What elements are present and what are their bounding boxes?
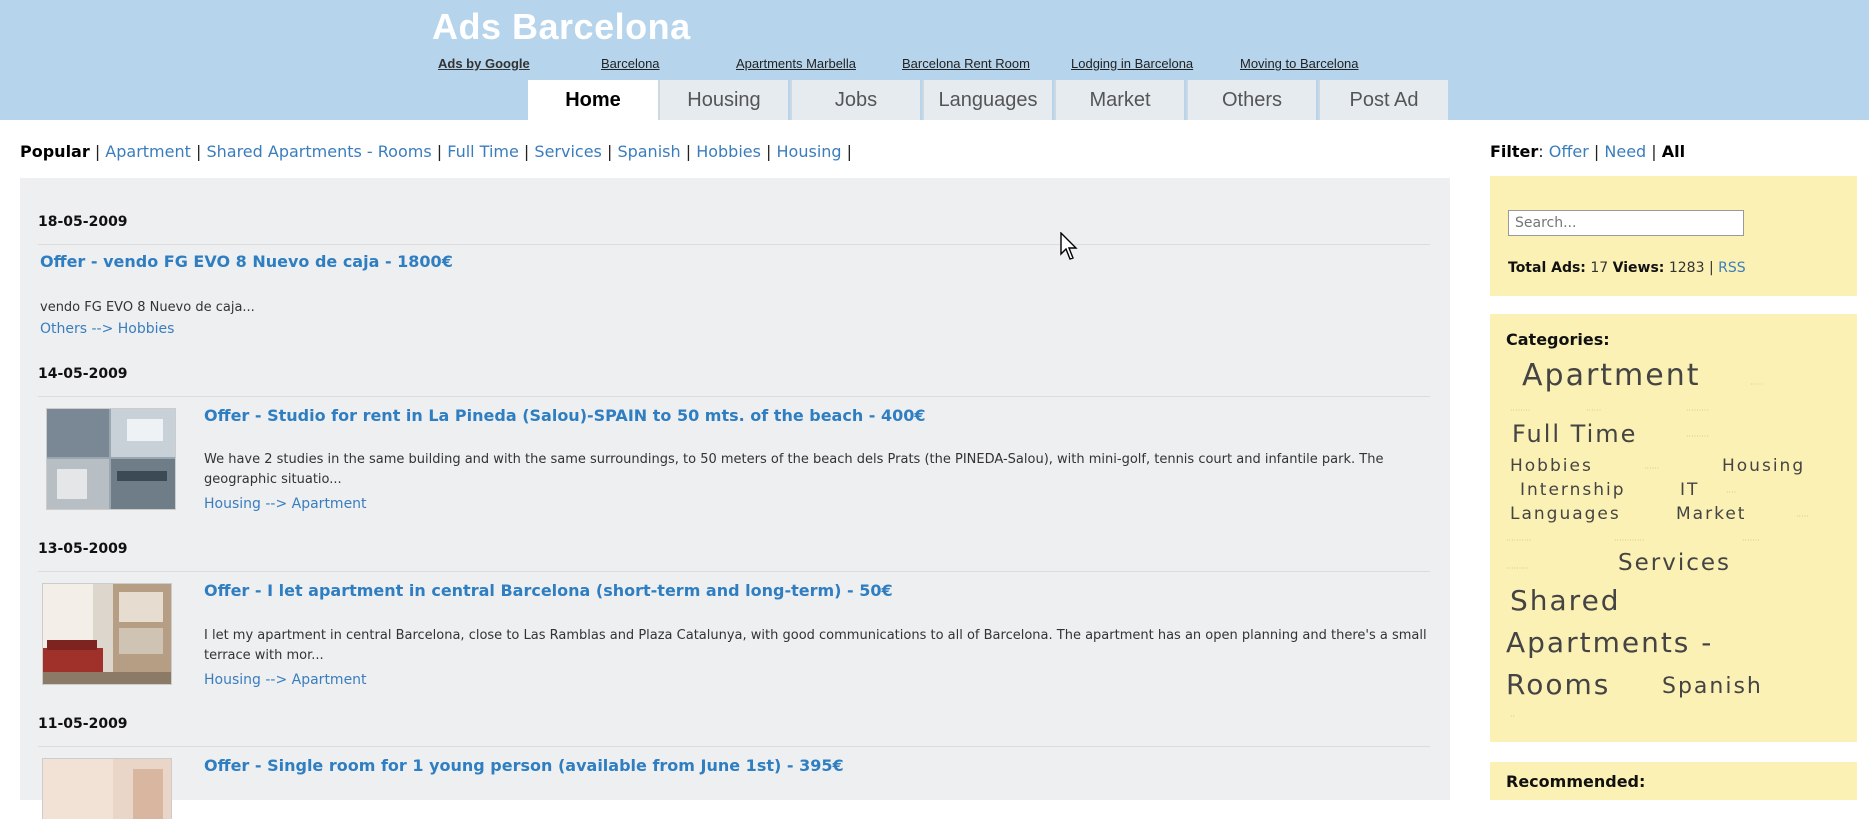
tag-shared[interactable]: Shared xyxy=(1510,584,1621,617)
ad-category-link[interactable]: Housing --> Apartment xyxy=(204,496,367,512)
ad-thumbnail[interactable] xyxy=(42,758,172,819)
tag-minor[interactable]: ············ xyxy=(1614,536,1645,545)
tag-minor[interactable]: ····· xyxy=(1796,512,1809,521)
tag-rooms[interactable]: Rooms xyxy=(1506,668,1610,701)
ad-date: 14-05-2009 xyxy=(38,366,128,382)
tag-minor[interactable]: ····· xyxy=(1750,380,1763,389)
tag-languages[interactable]: Languages xyxy=(1510,504,1621,524)
tag-spanish[interactable]: Spanish xyxy=(1662,674,1763,699)
studio-photo-image xyxy=(47,409,175,509)
ad-description: vendo FG EVO 8 Nuevo de caja... xyxy=(40,300,255,315)
recommended-heading: Recommended: xyxy=(1506,772,1646,791)
ad-date: 11-05-2009 xyxy=(38,716,128,732)
tab-jobs[interactable]: Jobs xyxy=(790,80,920,120)
ad-link-moving-to-barcelona[interactable]: Moving to Barcelona xyxy=(1240,56,1359,71)
mouse-cursor-icon xyxy=(1060,232,1078,260)
tag-minor[interactable]: ········· xyxy=(1506,564,1529,573)
ad-description: We have 2 studies in the same building a… xyxy=(204,452,1384,487)
recommended-panel: Recommended: xyxy=(1490,762,1857,800)
tag-it[interactable]: IT xyxy=(1680,480,1699,500)
filter-bar: Filter: Offer | Need | All xyxy=(1490,142,1686,161)
ad-link-barcelona-rent-room[interactable]: Barcelona Rent Room xyxy=(902,56,1030,71)
tag-housing[interactable]: Housing xyxy=(1722,456,1805,476)
tag-minor[interactable]: ···· xyxy=(1726,488,1736,497)
search-input[interactable] xyxy=(1508,210,1744,236)
popular-link-full-time[interactable]: Full Time xyxy=(447,142,519,161)
ad-thumbnail[interactable] xyxy=(42,583,172,685)
tag-minor[interactable]: ········· xyxy=(1686,432,1709,441)
ad-date: 13-05-2009 xyxy=(38,541,128,557)
tag-minor[interactable]: ······· xyxy=(1742,536,1760,545)
tag-minor[interactable]: ·········· xyxy=(1506,536,1531,545)
tag-services[interactable]: Services xyxy=(1618,550,1731,576)
rss-link[interactable]: RSS xyxy=(1718,260,1746,276)
popular-link-apartment[interactable]: Apartment xyxy=(105,142,191,161)
tab-housing[interactable]: Housing xyxy=(658,80,788,120)
views-value: 1283 xyxy=(1668,260,1705,276)
ad-link-apartments-marbella[interactable]: Apartments Marbella xyxy=(736,56,856,71)
site-stats: Total Ads: 17 Views: 1283 | RSS xyxy=(1508,260,1746,276)
apartment-photo-image xyxy=(43,584,171,684)
popular-link-hobbies[interactable]: Hobbies xyxy=(696,142,761,161)
tab-others[interactable]: Others xyxy=(1186,80,1316,120)
tag-minor[interactable]: ······ xyxy=(1586,406,1601,415)
popular-link-housing[interactable]: Housing xyxy=(777,142,842,161)
separator xyxy=(38,396,1430,397)
site-header: Ads Barcelona Ads by Google Barcelona Ap… xyxy=(0,0,1869,120)
categories-heading: Categories: xyxy=(1506,330,1610,349)
separator xyxy=(38,746,1430,747)
total-ads-label: Total Ads: xyxy=(1508,260,1586,276)
tag-minor[interactable]: ········· xyxy=(1686,406,1709,415)
room-photo-image xyxy=(43,759,171,819)
popular-link-services[interactable]: Services xyxy=(534,142,601,161)
popular-label: Popular xyxy=(20,142,90,161)
filter-all[interactable]: All xyxy=(1662,142,1685,161)
tag-apartment[interactable]: Apartment xyxy=(1522,358,1701,393)
tab-post-ad[interactable]: Post Ad xyxy=(1318,80,1448,120)
categories-panel: Categories: Apartment ····· ········ ···… xyxy=(1490,314,1857,742)
ads-by-google-label[interactable]: Ads by Google xyxy=(438,56,530,71)
tag-market[interactable]: Market xyxy=(1676,504,1746,524)
tag-minor[interactable]: ······ xyxy=(1644,464,1659,473)
ad-title-link[interactable]: Offer - Single room for 1 young person (… xyxy=(204,756,844,775)
filter-offer[interactable]: Offer xyxy=(1549,142,1589,161)
ads-list: 18-05-2009 Offer - vendo FG EVO 8 Nuevo … xyxy=(20,178,1450,819)
tag-apartments[interactable]: Apartments - xyxy=(1506,626,1713,659)
ad-description: I let my apartment in central Barcelona,… xyxy=(204,628,1427,663)
popular-link-spanish[interactable]: Spanish xyxy=(617,142,680,161)
tag-full-time[interactable]: Full Time xyxy=(1512,420,1637,448)
ad-title-link[interactable]: Offer - Studio for rent in La Pineda (Sa… xyxy=(204,406,926,425)
ad-category-link[interactable]: Others --> Hobbies xyxy=(40,321,174,337)
ad-category-link[interactable]: Housing --> Apartment xyxy=(204,672,367,688)
ad-title-link[interactable]: Offer - I let apartment in central Barce… xyxy=(204,581,893,600)
ad-link-barcelona[interactable]: Barcelona xyxy=(601,56,660,71)
ad-link-lodging-in-barcelona[interactable]: Lodging in Barcelona xyxy=(1071,56,1193,71)
tab-market[interactable]: Market xyxy=(1054,80,1184,120)
ad-thumbnail[interactable] xyxy=(46,408,176,510)
site-title[interactable]: Ads Barcelona xyxy=(432,6,691,48)
tag-minor[interactable]: ·· xyxy=(1510,712,1515,721)
tag-hobbies[interactable]: Hobbies xyxy=(1510,456,1593,476)
views-label: Views: xyxy=(1612,260,1665,276)
tab-home[interactable]: Home xyxy=(528,80,658,120)
tag-internship[interactable]: Internship xyxy=(1520,480,1626,500)
ad-title-link[interactable]: Offer - vendo FG EVO 8 Nuevo de caja - 1… xyxy=(40,252,453,271)
popular-links-bar: Popular | Apartment | Shared Apartments … xyxy=(20,142,853,161)
separator xyxy=(38,244,1430,245)
separator xyxy=(38,571,1430,572)
total-ads-value: 17 xyxy=(1590,260,1609,276)
filter-need[interactable]: Need xyxy=(1604,142,1646,161)
popular-link-shared-apartments[interactable]: Shared Apartments - Rooms xyxy=(206,142,431,161)
tag-minor[interactable]: ········ xyxy=(1510,406,1530,415)
ad-date: 18-05-2009 xyxy=(38,214,128,230)
tab-languages[interactable]: Languages xyxy=(922,80,1052,120)
search-box-panel: Total Ads: 17 Views: 1283 | RSS xyxy=(1490,176,1857,296)
filter-label: Filter xyxy=(1490,142,1539,161)
